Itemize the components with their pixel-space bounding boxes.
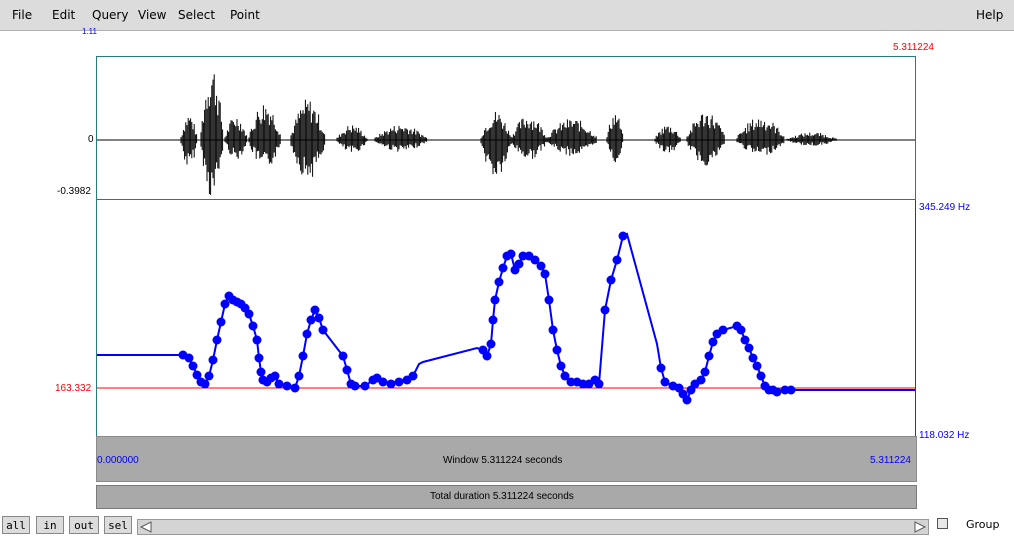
total-duration-label: Total duration 5.311224 seconds [430, 491, 574, 502]
zoom-all-button[interactable]: all [2, 516, 30, 534]
pitch-min-label: 118.032 Hz [919, 430, 970, 441]
window-end-label: 5.311224 [870, 455, 911, 466]
zoom-out-button[interactable]: out [69, 516, 99, 534]
menu-view[interactable]: View [138, 8, 166, 22]
menu-query[interactable]: Query [92, 8, 128, 22]
total-duration-bar[interactable]: Total duration 5.311224 seconds [96, 485, 917, 509]
window-bar[interactable]: 0.000000 Window 5.311224 seconds 5.31122… [96, 436, 917, 482]
waveform-panel[interactable] [96, 56, 916, 200]
top-left-label: 1.11 [82, 27, 97, 36]
menu-bar: File Edit Query View Select Point Help [0, 0, 1014, 31]
pitch-panel[interactable] [96, 200, 916, 436]
waveform-plot [97, 74, 915, 195]
waveform-zero-label: 0 [88, 134, 94, 145]
zoom-selection-button[interactable]: sel [104, 516, 132, 534]
horizontal-scrollbar[interactable] [137, 519, 929, 535]
menu-file[interactable]: File [12, 8, 32, 22]
end-time-label: 5.311224 [893, 42, 934, 53]
group-label: Group [966, 518, 1000, 531]
menu-edit[interactable]: Edit [52, 8, 75, 22]
scroll-right-icon[interactable] [913, 520, 927, 534]
menu-help[interactable]: Help [976, 8, 1003, 22]
pitch-plot [97, 231, 915, 405]
window-start-label: 0.000000 [97, 455, 139, 466]
zoom-in-button[interactable]: in [36, 516, 64, 534]
pitch-max-label: 345.249 Hz [919, 202, 971, 213]
window-duration-label: Window 5.311224 seconds [443, 455, 563, 466]
menu-select[interactable]: Select [178, 8, 215, 22]
waveform-min-label: -0.3982 [57, 186, 91, 197]
scroll-left-icon[interactable] [139, 520, 153, 534]
group-checkbox[interactable] [937, 518, 948, 529]
pitch-cursor-label: 163.332 [55, 383, 92, 394]
menu-point[interactable]: Point [230, 8, 260, 22]
